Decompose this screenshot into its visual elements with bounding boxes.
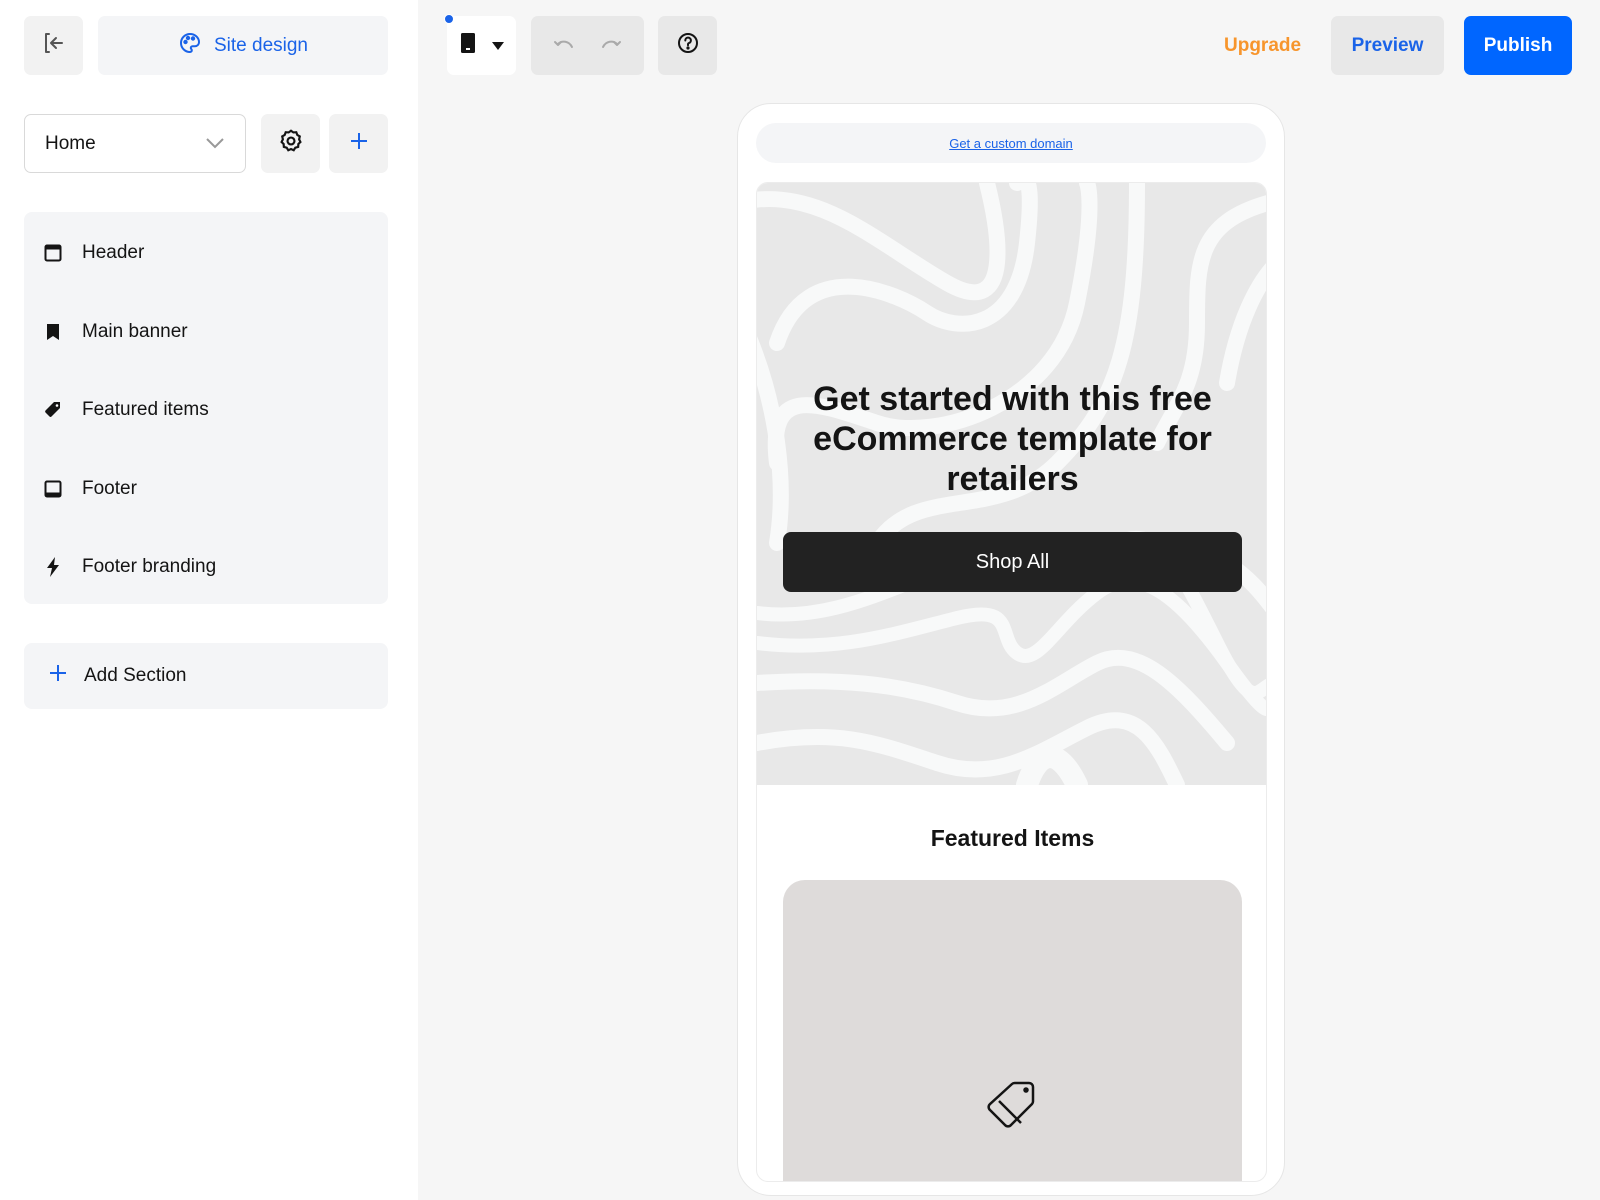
- section-item-main-banner[interactable]: Main banner: [24, 293, 388, 372]
- section-item-featured-items[interactable]: Featured items: [24, 371, 388, 450]
- section-item-header[interactable]: Header: [24, 214, 388, 293]
- section-list: Header Main banner Featured items Footer…: [24, 212, 388, 604]
- redo-icon[interactable]: [600, 39, 622, 53]
- help-icon: [677, 32, 699, 59]
- bookmark-icon: [44, 323, 62, 341]
- price-tag-icon: [985, 1080, 1039, 1139]
- site-design-button[interactable]: Site design: [98, 16, 388, 75]
- page-select-value: Home: [45, 132, 96, 154]
- main-banner[interactable]: Get started with this free eCommerce tem…: [757, 183, 1266, 785]
- section-item-footer[interactable]: Footer: [24, 450, 388, 529]
- section-label: Footer: [82, 477, 137, 499]
- palette-icon: [178, 31, 202, 61]
- plus-icon: [48, 663, 68, 689]
- section-label: Footer branding: [82, 556, 217, 578]
- caret-down-icon: [491, 37, 504, 55]
- gear-icon: [278, 128, 304, 159]
- section-label: Main banner: [82, 320, 188, 342]
- site-design-label: Site design: [213, 34, 308, 56]
- tag-icon: [44, 401, 62, 419]
- plus-icon: [349, 131, 369, 156]
- publish-button[interactable]: Publish: [1464, 16, 1572, 75]
- upgrade-link[interactable]: Upgrade: [1224, 16, 1301, 75]
- mobile-device-icon: [460, 32, 476, 59]
- exit-arrow-icon: [42, 31, 66, 60]
- section-item-footer-branding[interactable]: Footer branding: [24, 528, 388, 607]
- bolt-icon: [44, 557, 62, 578]
- mobile-preview-frame: Get a custom domain Get started with thi…: [737, 103, 1285, 1196]
- add-section-label: Add Section: [84, 665, 187, 686]
- hero-title: Get started with this free eCommerce tem…: [813, 380, 1212, 498]
- page-select[interactable]: Home: [24, 114, 246, 173]
- help-button[interactable]: [658, 16, 717, 75]
- device-toggle-button[interactable]: [447, 16, 516, 75]
- footer-icon: [44, 480, 62, 498]
- add-section-button[interactable]: Add Section: [24, 643, 388, 709]
- undo-redo-group: [531, 16, 644, 75]
- section-label: Featured items: [82, 399, 209, 421]
- undo-icon[interactable]: [553, 39, 575, 53]
- section-label: Header: [82, 242, 145, 264]
- custom-domain-link[interactable]: Get a custom domain: [949, 136, 1073, 151]
- notification-dot: [444, 14, 454, 24]
- featured-items-title: Featured Items: [930, 825, 1095, 851]
- add-page-button[interactable]: [329, 114, 388, 173]
- product-card-placeholder[interactable]: [783, 880, 1242, 1181]
- preview-button[interactable]: Preview: [1331, 16, 1444, 75]
- chevron-down-icon: [205, 133, 225, 155]
- sidebar: Site design Home Header Main banner Feat…: [0, 0, 418, 1200]
- domain-banner: Get a custom domain: [756, 123, 1266, 163]
- site-preview: Get started with this free eCommerce tem…: [756, 182, 1267, 1182]
- shop-all-button[interactable]: Shop All: [783, 532, 1242, 592]
- page-settings-button[interactable]: [261, 114, 320, 173]
- header-icon: [44, 244, 62, 262]
- exit-editor-button[interactable]: [24, 16, 83, 75]
